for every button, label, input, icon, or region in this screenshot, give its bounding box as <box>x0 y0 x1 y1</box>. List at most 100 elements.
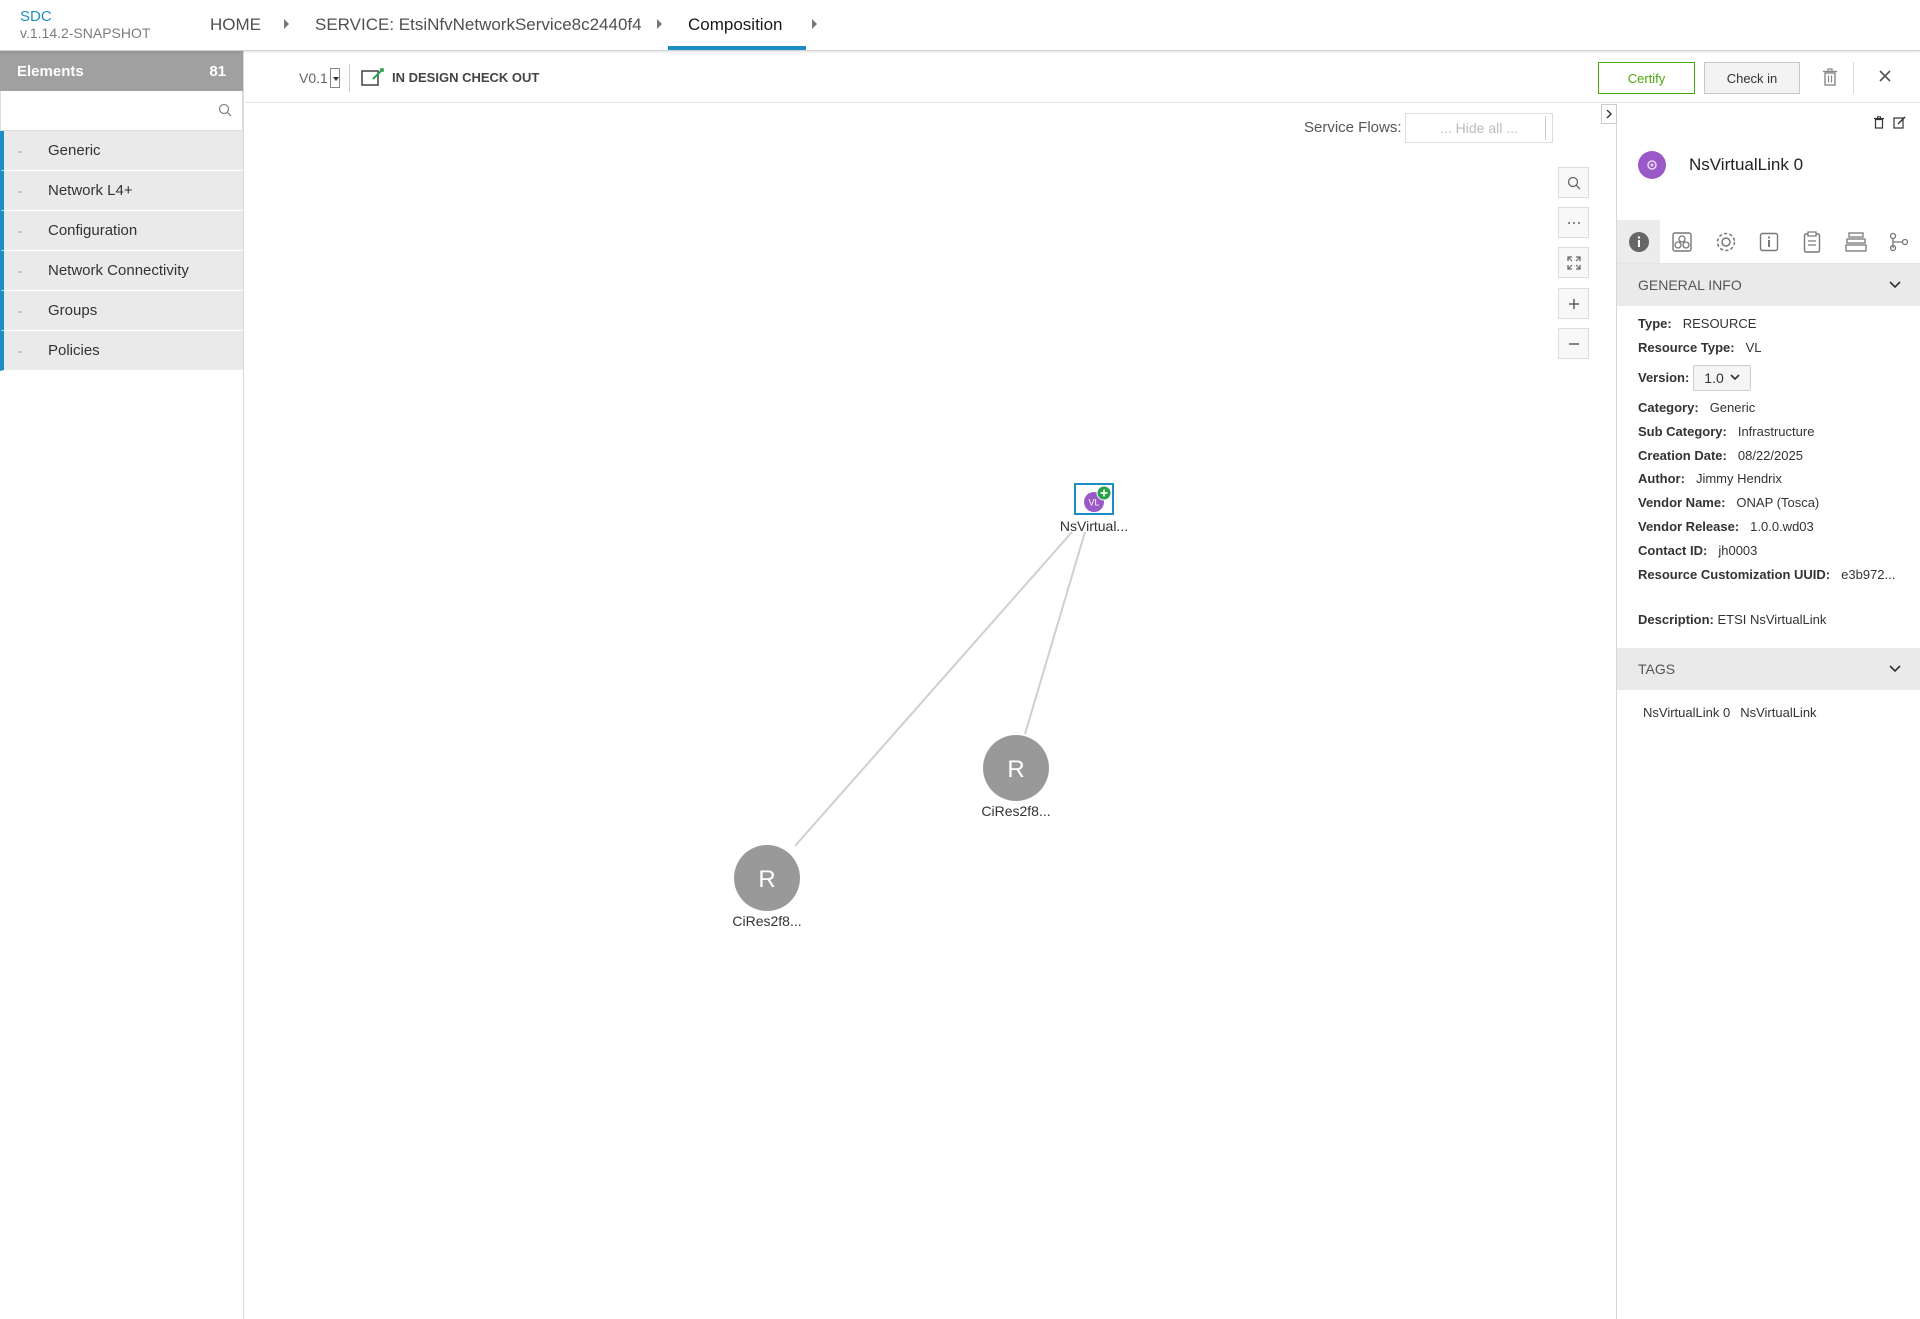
details-panel: NsVirtualLink 0 GENERAL INFO Type: RESOU… <box>1601 104 1920 1319</box>
category-configuration[interactable]: - Configuration <box>0 211 243 251</box>
info-row-creation-date: Creation Date: 08/22/2025 <box>1638 443 1908 467</box>
info-value: e3b972... <box>1841 566 1896 582</box>
info-key: Vendor Name: <box>1638 495 1726 511</box>
checkout-status-icon <box>361 67 385 92</box>
tab-properties[interactable] <box>1704 220 1747 263</box>
category-label: Policies <box>48 342 100 359</box>
category-network-connectivity[interactable]: - Network Connectivity <box>0 251 243 291</box>
collapse-panel-button[interactable] <box>1601 104 1617 124</box>
category-label: Generic <box>48 142 101 159</box>
collapse-icon: - <box>18 223 22 238</box>
gear-icon <box>1716 232 1735 251</box>
version-dropdown-icon[interactable] <box>330 68 340 88</box>
breadcrumb-arrow-icon[interactable] <box>812 19 817 29</box>
version-value: 1.0 <box>1704 369 1724 386</box>
info-row-resource-type: Resource Type: VL <box>1638 336 1908 360</box>
category-label: Network L4+ <box>48 182 133 199</box>
category-generic[interactable]: - Generic <box>0 131 243 171</box>
node-label: CiRes2f8... <box>732 913 802 929</box>
collapse-icon: - <box>18 303 22 318</box>
info-row-type: Type: RESOURCE <box>1638 312 1908 336</box>
elements-search <box>0 91 243 131</box>
tab-composition[interactable] <box>1834 220 1877 263</box>
cires-node-1[interactable]: R <box>983 735 1049 801</box>
info-key: Contact ID: <box>1638 542 1708 558</box>
info-row-version: Version: 1.0 <box>1638 360 1908 396</box>
certify-button[interactable]: Certify <box>1598 62 1695 94</box>
cires-node-2[interactable]: R <box>734 845 800 911</box>
nsvirtuallink-node[interactable]: VL <box>1074 483 1114 515</box>
info-row-vendor-name: Vendor Name: ONAP (Tosca) <box>1638 491 1908 515</box>
info-value: 08/22/2025 <box>1737 447 1803 463</box>
clipboard-icon <box>1804 230 1821 253</box>
collapse-icon: - <box>18 263 22 278</box>
delete-icon[interactable] <box>1873 116 1885 134</box>
info-value: ONAP (Tosca) <box>1736 495 1820 511</box>
vl-node-icon-text: VL <box>1088 498 1099 508</box>
tab-general-info[interactable] <box>1617 220 1661 263</box>
info-value: jh0003 <box>1718 542 1758 558</box>
description-key: Description: <box>1638 612 1714 627</box>
description-row: Description: ETSI NsVirtualLink <box>1638 612 1826 627</box>
chevron-down-icon <box>1889 281 1901 289</box>
general-info-section-header[interactable]: GENERAL INFO <box>1617 264 1920 306</box>
description-value: ETSI NsVirtualLink <box>1717 612 1827 627</box>
tab-deployment-artifacts[interactable] <box>1660 220 1703 263</box>
app-logo[interactable]: SDC v.1.14.2-SNAPSHOT <box>20 9 150 42</box>
version-label[interactable]: V0.1 <box>299 70 328 86</box>
app-name: SDC <box>20 8 52 25</box>
category-network-l4[interactable]: - Network L4+ <box>0 171 243 211</box>
graph-edge <box>794 531 1073 847</box>
collapse-icon: - <box>18 143 22 158</box>
component-header: NsVirtualLink 0 <box>1638 151 1803 179</box>
node-label: NsVirtual... <box>1059 518 1129 534</box>
elements-panel: Elements 81 - Generic - Network L4+ - Co… <box>0 51 244 1319</box>
chevron-right-icon <box>1606 109 1612 119</box>
info-row-uuid: Resource Customization UUID: e3b972... <box>1638 562 1908 586</box>
breadcrumb-arrow-icon <box>657 19 662 29</box>
info-key: Resource Customization UUID: <box>1638 566 1831 582</box>
edit-icon[interactable] <box>1893 116 1906 134</box>
breadcrumb-service[interactable]: SERVICE: EtsiNfvNetworkService8c2440f4 <box>315 15 642 35</box>
info-value: Jimmy Hendrix <box>1695 471 1782 487</box>
tags-title: TAGS <box>1638 661 1676 677</box>
tab-relations[interactable] <box>1878 220 1920 263</box>
component-title: NsVirtualLink 0 <box>1689 155 1804 174</box>
close-icon[interactable] <box>1877 68 1893 89</box>
graph-svg: VL R R <box>734 483 1114 911</box>
composition-canvas[interactable]: Service Flows: ... Hide all ... VL R R N… <box>245 104 1615 1319</box>
info-key: Type: <box>1638 316 1672 332</box>
graph-edge <box>1024 531 1086 735</box>
app-version: v.1.14.2-SNAPSHOT <box>20 25 151 41</box>
search-icon[interactable] <box>218 103 232 122</box>
layers-icon <box>1845 231 1867 252</box>
info-row-vendor-release: Vendor Release: 1.0.0.wd03 <box>1638 515 1908 539</box>
tab-information-artifacts[interactable] <box>1747 220 1790 263</box>
info-key: Category: <box>1638 399 1699 415</box>
elements-count: 81 <box>209 62 226 80</box>
breadcrumb-home[interactable]: HOME <box>210 15 261 35</box>
info-row-category: Category: Generic <box>1638 396 1908 420</box>
category-label: Configuration <box>48 222 138 239</box>
trash-icon[interactable] <box>1822 68 1838 91</box>
tag: NsVirtualLink <box>1740 705 1817 720</box>
tab-api-artifacts[interactable] <box>1791 220 1834 263</box>
general-info-title: GENERAL INFO <box>1638 277 1742 293</box>
collapse-icon: - <box>18 183 22 198</box>
info-row-author: Author: Jimmy Hendrix <box>1638 467 1908 491</box>
elements-header: Elements 81 <box>0 51 243 91</box>
toolbar-divider <box>1853 62 1854 94</box>
info-square-icon <box>1759 232 1779 251</box>
elements-search-input[interactable] <box>1 91 242 130</box>
category-policies[interactable]: - Policies <box>0 331 243 371</box>
checkin-button[interactable]: Check in <box>1704 62 1800 94</box>
info-value: Generic <box>1709 399 1756 415</box>
breadcrumb-arrow-icon <box>284 19 289 29</box>
info-key: Vendor Release: <box>1638 518 1740 534</box>
tags-section-header[interactable]: TAGS <box>1617 648 1920 690</box>
version-select[interactable]: 1.0 <box>1693 364 1751 391</box>
node-label: CiRes2f8... <box>981 803 1051 819</box>
breadcrumb-composition[interactable]: Composition <box>688 15 783 35</box>
category-groups[interactable]: - Groups <box>0 291 243 331</box>
active-tab-indicator <box>668 46 806 50</box>
